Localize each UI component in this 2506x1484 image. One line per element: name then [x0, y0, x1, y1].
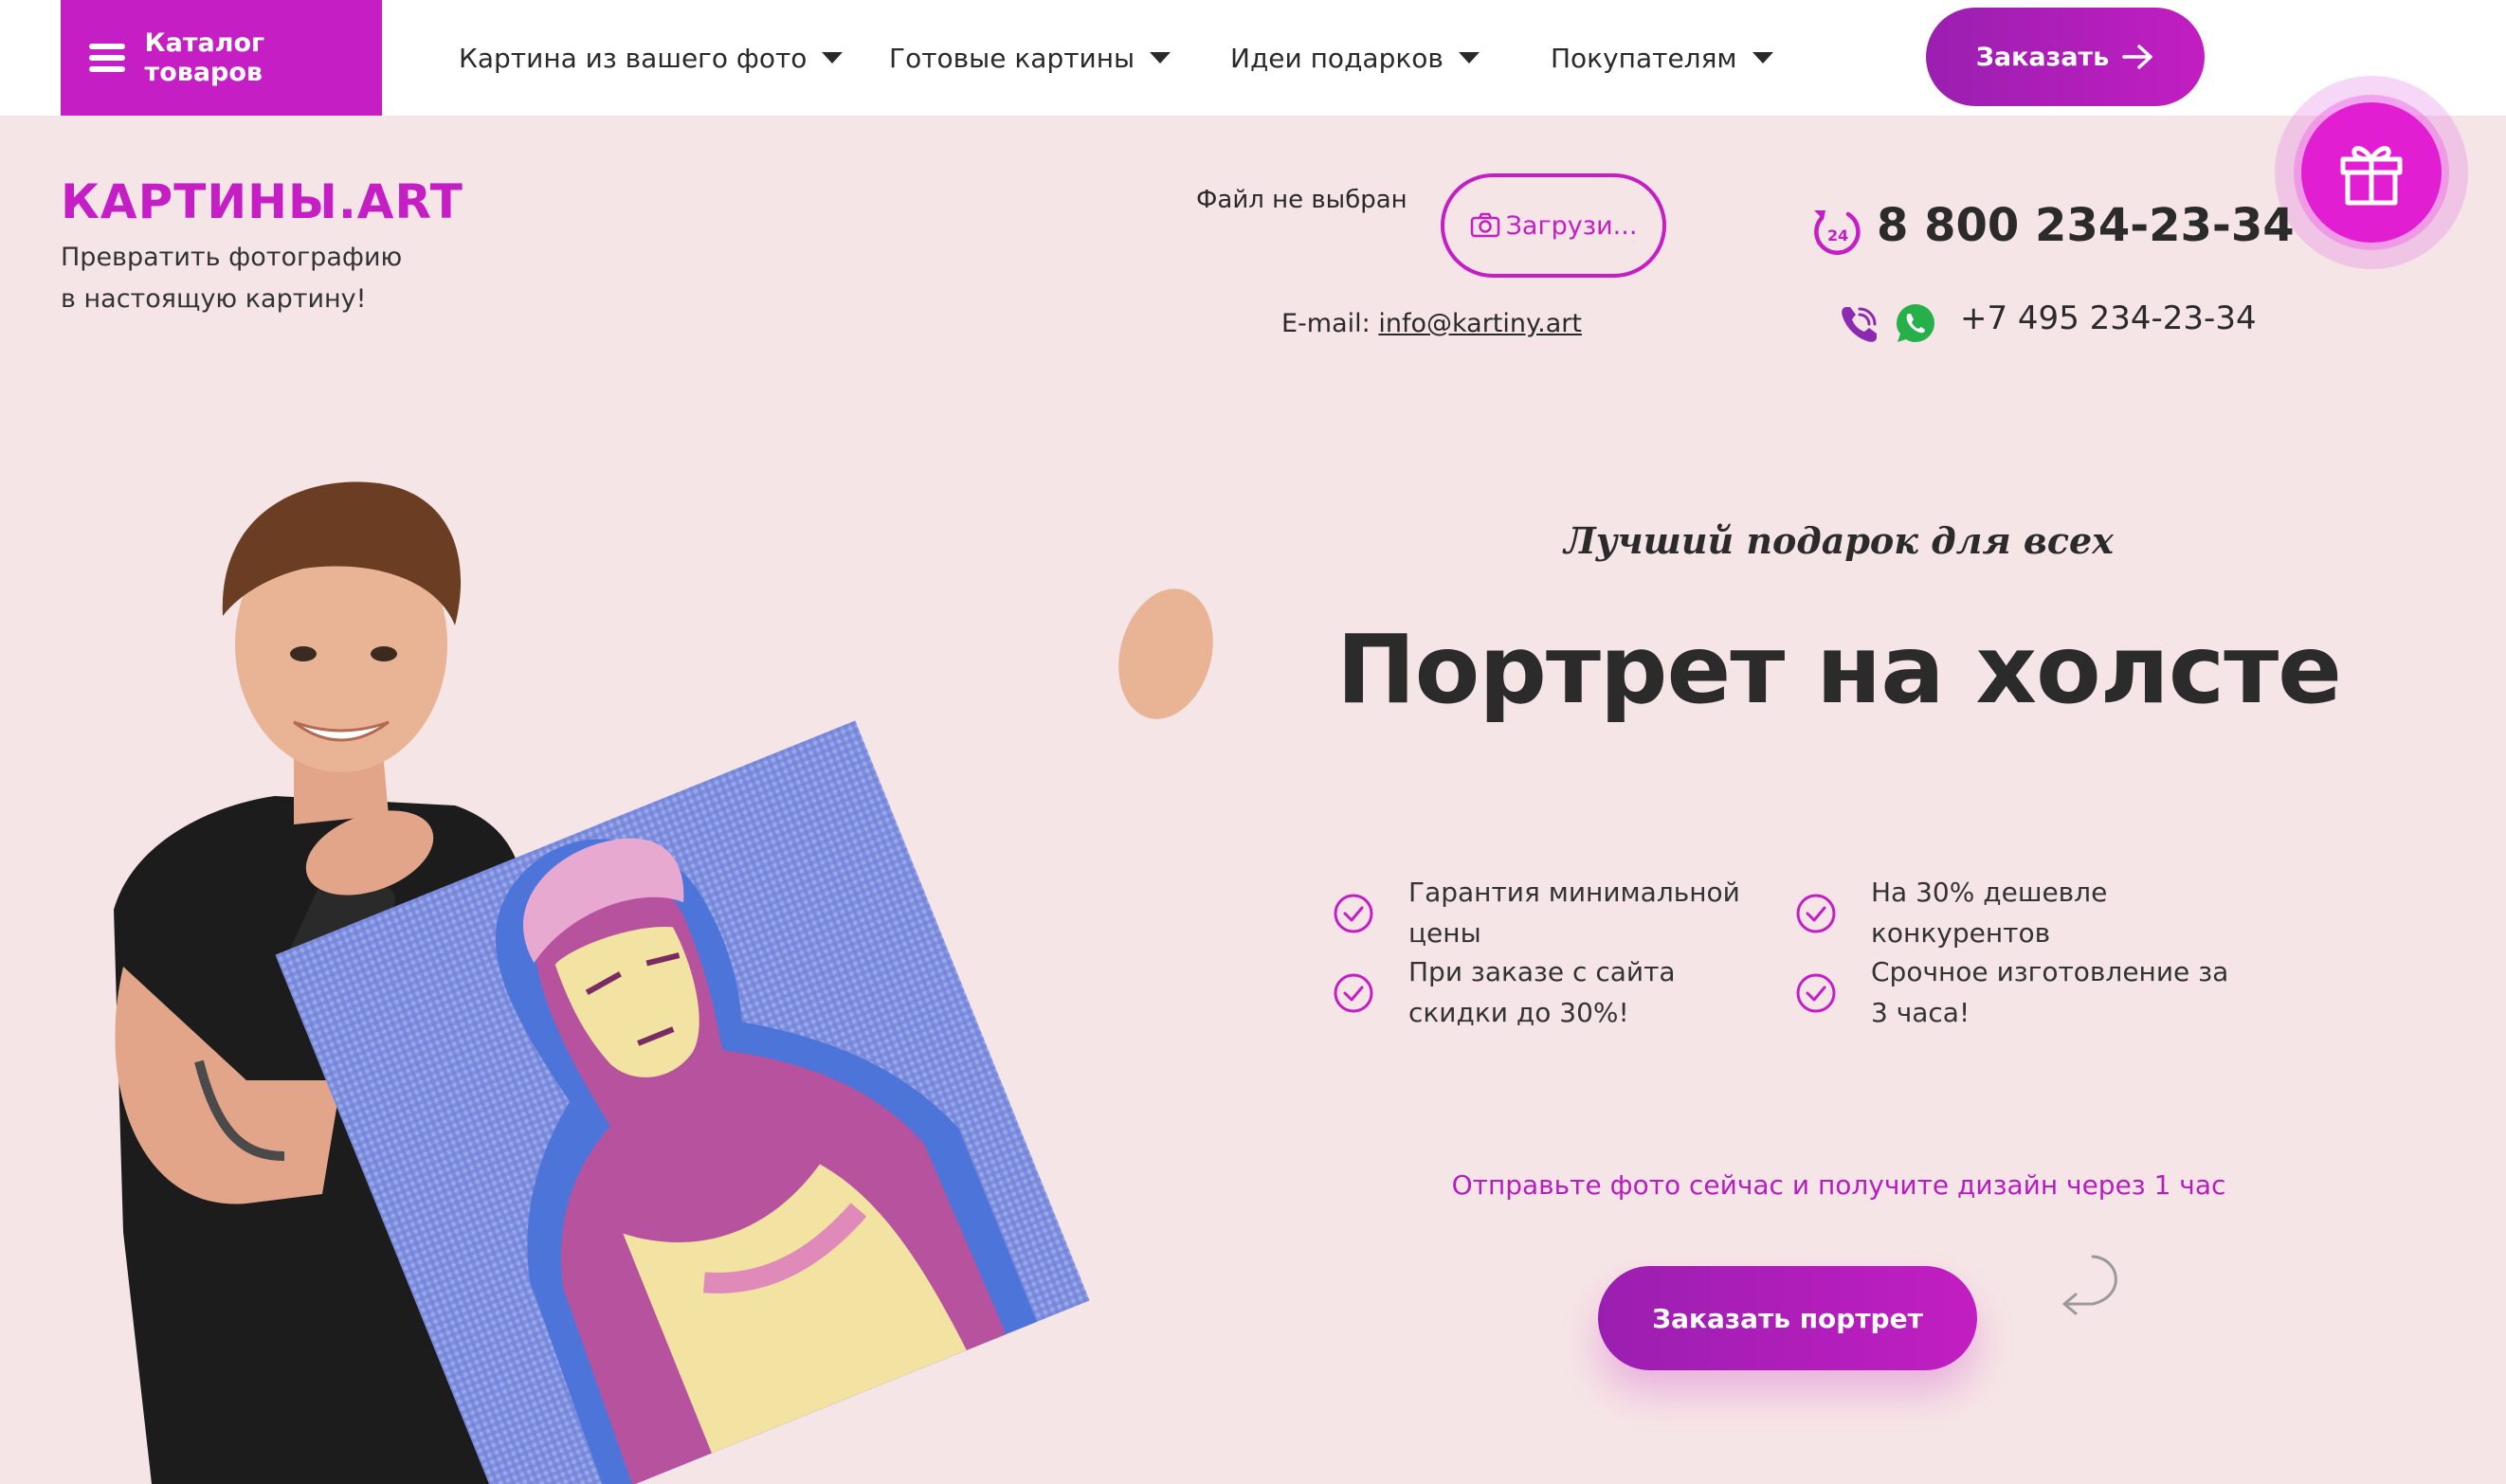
menu-icon	[89, 44, 125, 72]
phone-second[interactable]: +7 495 234-23-34	[1960, 299, 2257, 337]
email-line: E-mail: info@kartiny.art	[1281, 309, 1582, 338]
order-button-label: Заказать	[1975, 42, 2110, 72]
site-tagline: Превратить фотографию в настоящую картин…	[61, 243, 403, 314]
caret-down-icon	[1752, 52, 1773, 63]
nav-item-customers[interactable]: Покупателям	[1551, 0, 1773, 116]
gift-icon	[2340, 146, 2403, 206]
camera-icon	[1470, 212, 1499, 238]
feature-text: При заказе с сайта скидки до 30%!	[1408, 956, 1676, 1028]
feature-item: При заказе с сайта скидки до 30%!	[1333, 951, 1769, 1033]
order-button[interactable]: Заказать	[1926, 8, 2205, 106]
email-label: E-mail:	[1281, 309, 1371, 338]
caret-down-icon	[822, 52, 844, 63]
check-circle-icon	[1796, 894, 1836, 933]
phone-main[interactable]: 8 800 234-23-34	[1877, 199, 2295, 252]
whatsapp-icon	[1897, 304, 1934, 342]
hero-portrait-image	[114, 481, 1213, 1484]
svg-text:24: 24	[1827, 226, 1848, 244]
feature-item: Гарантия минимальной цены	[1333, 872, 1769, 953]
feature-item: На 30% дешевле конкурентов	[1795, 872, 2231, 953]
promo-text: Отправьте фото сейчас и получите дизайн …	[1451, 1169, 2226, 1201]
catalog-button[interactable]: Каталог товаров	[61, 0, 382, 116]
nav-item-label: Покупателям	[1551, 42, 1737, 74]
file-status-text: Файл не выбран	[1196, 186, 1407, 214]
feature-text: Срочное изготовление за 3 часа!	[1871, 956, 2229, 1028]
curved-arrow-icon	[2062, 1255, 2117, 1315]
viber-icon	[1842, 307, 1877, 342]
email-link[interactable]: info@kartiny.art	[1378, 309, 1582, 338]
upload-button-label: Загрузи...	[1505, 210, 1638, 241]
top-navigation: Каталог товаров Картина из вашего фото Г…	[0, 0, 2506, 116]
hero-subtitle: Лучший подарок для всех	[1564, 519, 2114, 562]
upload-photo-button[interactable]: Загрузи...	[1441, 173, 1666, 278]
feature-text: Гарантия минимальной цены	[1408, 877, 1740, 949]
check-circle-icon	[1334, 894, 1373, 933]
arrow-right-icon	[2122, 45, 2153, 69]
check-circle-icon	[1796, 973, 1836, 1013]
nav-item-photo-painting[interactable]: Картина из вашего фото	[459, 0, 844, 116]
hero-title: Портрет на холсте	[1335, 614, 2342, 725]
phone-24-icon: 24	[1814, 210, 1861, 255]
caret-down-icon	[1458, 52, 1480, 63]
nav-item-label: Готовые картины	[889, 42, 1135, 74]
nav-item-ready-paintings[interactable]: Готовые картины	[889, 0, 1171, 116]
nav-item-gift-ideas[interactable]: Идеи подарков	[1230, 0, 1480, 116]
nav-item-label: Картина из вашего фото	[459, 42, 808, 74]
feature-item: Срочное изготовление за 3 часа!	[1795, 951, 2231, 1033]
gift-floating-button[interactable]	[2275, 76, 2468, 269]
check-circle-icon	[1334, 973, 1373, 1013]
catalog-label: Каталог товаров	[144, 28, 265, 87]
feature-text: На 30% дешевле конкурентов	[1871, 877, 2108, 949]
order-portrait-button[interactable]: Заказать портрет	[1598, 1266, 1977, 1370]
caret-down-icon	[1150, 52, 1171, 63]
site-logo[interactable]: КАРТИНЫ.ART	[61, 174, 463, 229]
nav-item-label: Идеи подарков	[1230, 42, 1444, 74]
gift-button-core	[2301, 102, 2442, 243]
